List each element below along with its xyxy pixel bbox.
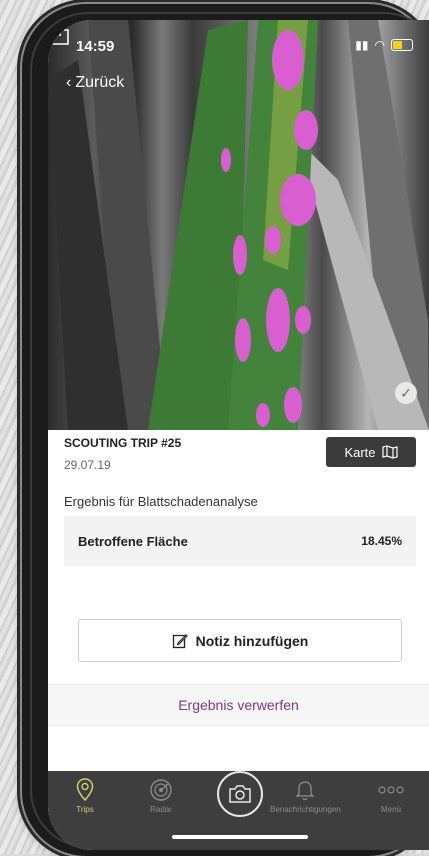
radar-icon: [150, 779, 172, 801]
map-icon: [381, 445, 398, 459]
phone-screen: 14:59 ▮▮ ◠ ‹ Zurück ✓ SCOUTING TRIP #25 …: [48, 20, 429, 850]
leaf-photo: 14:59 ▮▮ ◠ ‹ Zurück ✓: [48, 20, 429, 430]
tab-radar[interactable]: Radar: [150, 777, 172, 814]
tab-notifications-label: Benachrichtigungen: [270, 805, 341, 814]
add-note-button[interactable]: Notiz hinzufügen: [78, 619, 402, 662]
battery-icon: [391, 39, 413, 51]
camera-icon: [229, 785, 251, 803]
tab-trips[interactable]: Trips: [76, 777, 94, 814]
tab-radar-label: Radar: [150, 805, 172, 814]
result-label: Betroffene Fläche: [78, 533, 188, 549]
bell-icon: [296, 781, 315, 801]
tab-notifications[interactable]: Benachrichtigungen: [270, 777, 341, 814]
camera-button[interactable]: [217, 771, 263, 817]
chevron-left-icon: ‹: [66, 74, 72, 91]
tab-menu[interactable]: Menü: [378, 777, 404, 814]
map-button[interactable]: Karte: [326, 437, 416, 467]
trip-title: SCOUTING TRIP #25: [64, 436, 182, 450]
edit-note-icon: [172, 633, 188, 648]
home-indicator[interactable]: [172, 835, 308, 839]
checkmark-icon: ✓: [395, 382, 417, 404]
tab-menu-label: Menü: [380, 805, 401, 814]
map-button-label: Karte: [344, 444, 376, 460]
wifi-icon: ◠: [374, 38, 385, 52]
discard-label: Ergebnis verwerfen: [178, 697, 299, 713]
more-icon: [378, 786, 404, 794]
tab-trips-label: Trips: [76, 805, 94, 814]
signal-icon: ▮▮: [355, 38, 369, 52]
add-note-label: Notiz hinzufügen: [195, 632, 309, 649]
trip-date: 29.07.19: [64, 458, 111, 472]
back-button[interactable]: ‹ Zurück: [66, 74, 124, 92]
status-time: 14:59: [76, 38, 115, 55]
location-pin-icon: [76, 778, 94, 802]
back-label: Zurück: [75, 74, 125, 91]
discard-result-button[interactable]: Ergebnis verwerfen: [48, 684, 429, 726]
analysis-section-title: Ergebnis für Blattschadenanalyse: [64, 494, 258, 509]
analysis-result-row: Betroffene Fläche 18.45%: [64, 516, 416, 566]
result-value: 18.45%: [361, 534, 402, 548]
share-icon[interactable]: [48, 20, 72, 46]
status-icons: ▮▮ ◠: [355, 38, 413, 52]
